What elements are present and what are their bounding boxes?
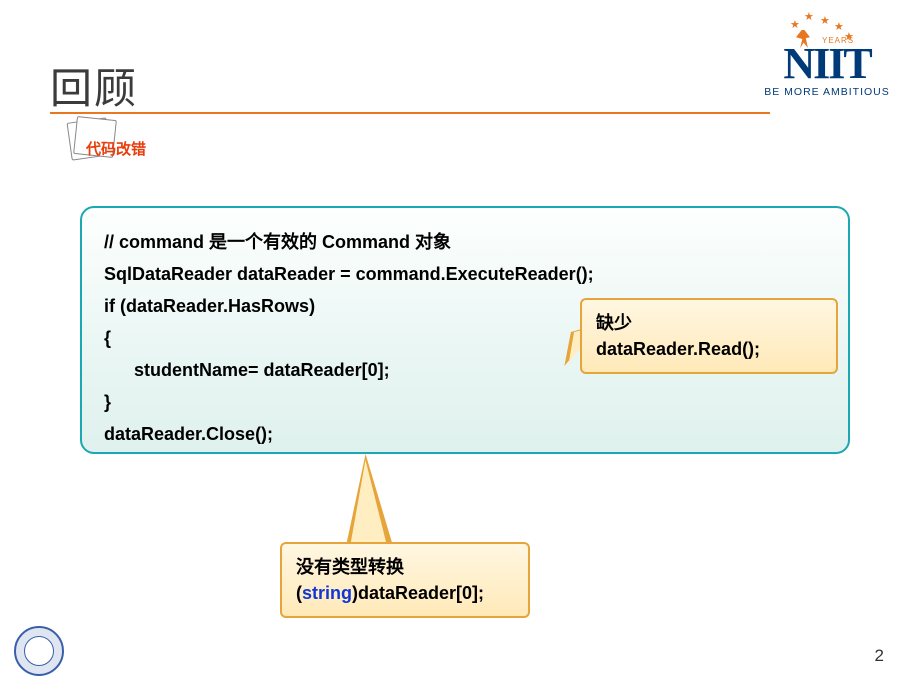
code-line: SqlDataReader dataReader = command.Execu… xyxy=(104,264,594,284)
topic-badge: 代码改错 xyxy=(86,138,146,159)
slide-title: 回顾 xyxy=(50,55,138,116)
code-line: dataReader.Close(); xyxy=(104,424,273,444)
callout-line: 没有类型转换 xyxy=(296,554,514,580)
logo-years: YEARS xyxy=(822,36,854,45)
code-line: // command 是一个有效的 Command 对象 xyxy=(104,232,451,252)
callout-line: 缺少 xyxy=(596,310,822,336)
callout-line: (string)dataReader[0]; xyxy=(296,580,514,606)
niit-logo: ★ ★ ★ ★ ★ YEARS NIIT BE MORE AMBITIOUS xyxy=(752,8,902,98)
code-line: } xyxy=(104,392,111,412)
code-line: studentName= dataReader[0]; xyxy=(104,360,390,380)
code-line: { xyxy=(104,328,111,348)
keyword: string xyxy=(302,583,352,603)
logo-tagline: BE MORE AMBITIOUS xyxy=(752,86,902,98)
callout-line: dataReader.Read(); xyxy=(596,336,822,362)
code-line: if (dataReader.HasRows) xyxy=(104,296,315,316)
logo-brand: NIIT xyxy=(752,44,902,84)
runner-icon xyxy=(788,26,818,56)
callout-missing-read: 缺少 dataReader.Read(); xyxy=(580,298,838,374)
page-number: 2 xyxy=(875,646,884,666)
callout-cast: 没有类型转换 (string)dataReader[0]; xyxy=(280,542,530,618)
callout-tail xyxy=(351,460,390,544)
title-rule xyxy=(50,112,770,114)
university-seal-icon xyxy=(14,626,64,676)
